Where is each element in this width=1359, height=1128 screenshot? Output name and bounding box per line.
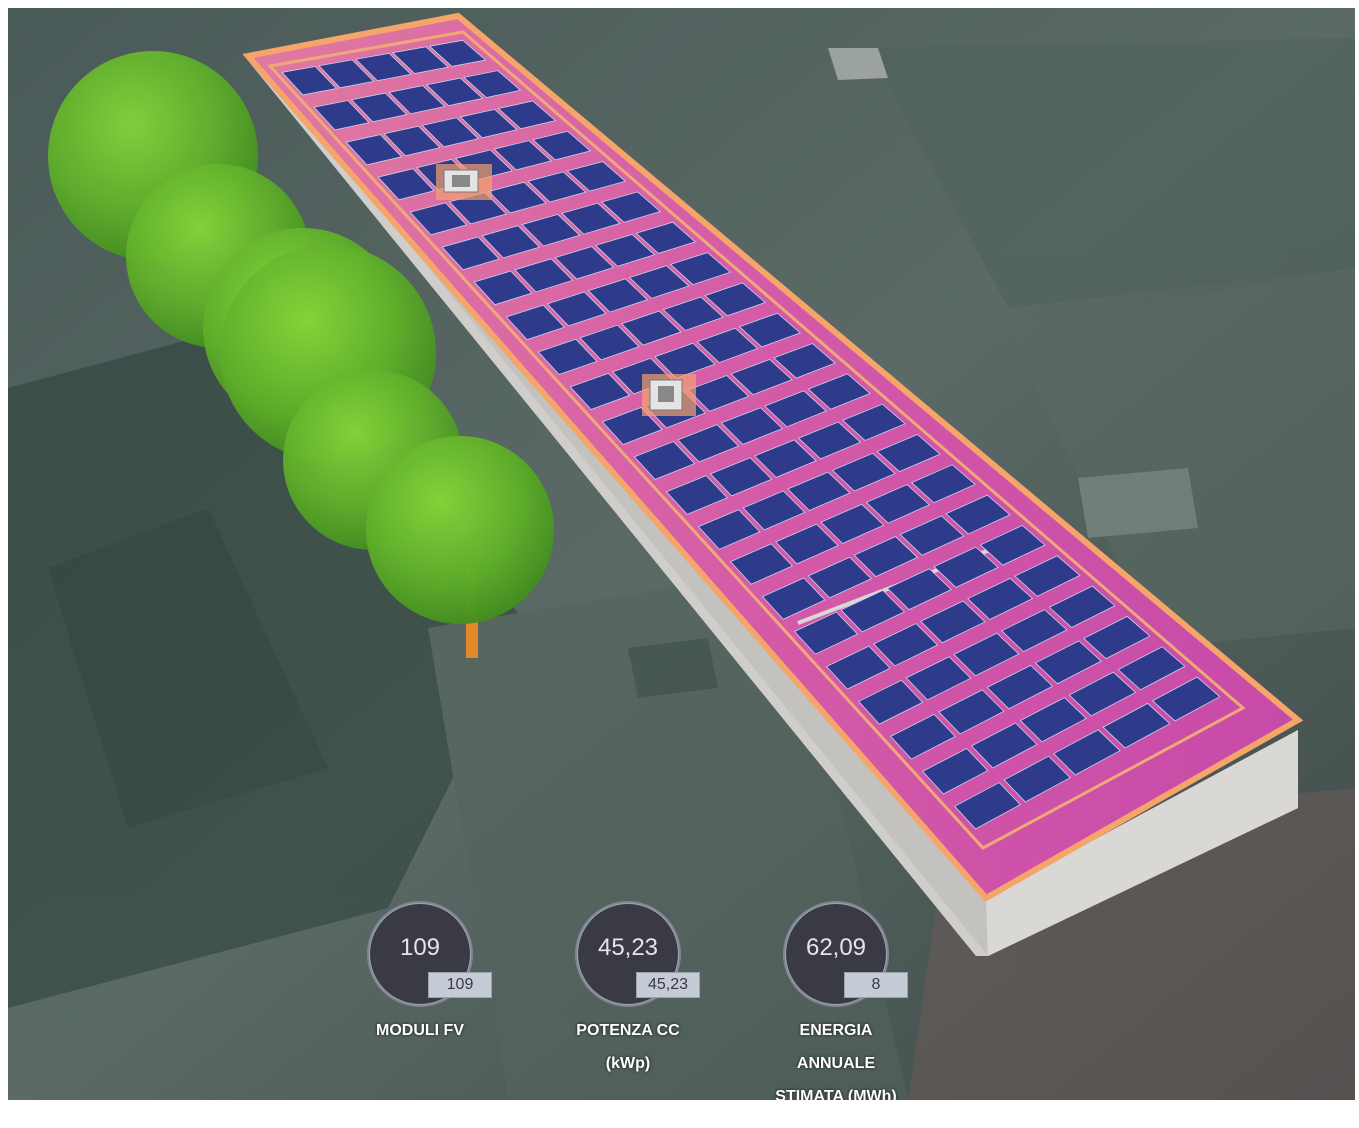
gauge-label-line: MODULI FV	[376, 1022, 464, 1039]
gauge-label-line: STIMATA (MWh)	[775, 1088, 897, 1100]
gauge-sub-value: 45,23	[636, 972, 700, 998]
tree	[366, 436, 554, 624]
gauge-value: 45,23	[597, 934, 659, 961]
roof-vent	[642, 374, 696, 416]
gauge-sub-value: 8	[844, 972, 908, 998]
3d-viewport[interactable]: 109 109 MODULI FV 45,23 45,23 POTENZA CC…	[8, 8, 1355, 1100]
gauge-label-line: ENERGIA	[799, 1022, 873, 1039]
gauge-sub-value: 109	[428, 972, 492, 998]
gauge-label-line: POTENZA CC	[576, 1022, 680, 1039]
roof-vent	[436, 164, 492, 200]
gauge-label-line: ANNUALE	[796, 1055, 876, 1072]
gauge-value: 109	[399, 934, 441, 961]
gauge-label-line: (kWp)	[605, 1055, 651, 1072]
gauge-label: MODULI FV	[330, 1014, 510, 1047]
gauge-label: ENERGIA ANNUALE STIMATA (MWh)	[746, 1014, 926, 1100]
gauge-value: 62,09	[805, 934, 867, 961]
gauge-label: POTENZA CC (kWp)	[538, 1014, 718, 1080]
